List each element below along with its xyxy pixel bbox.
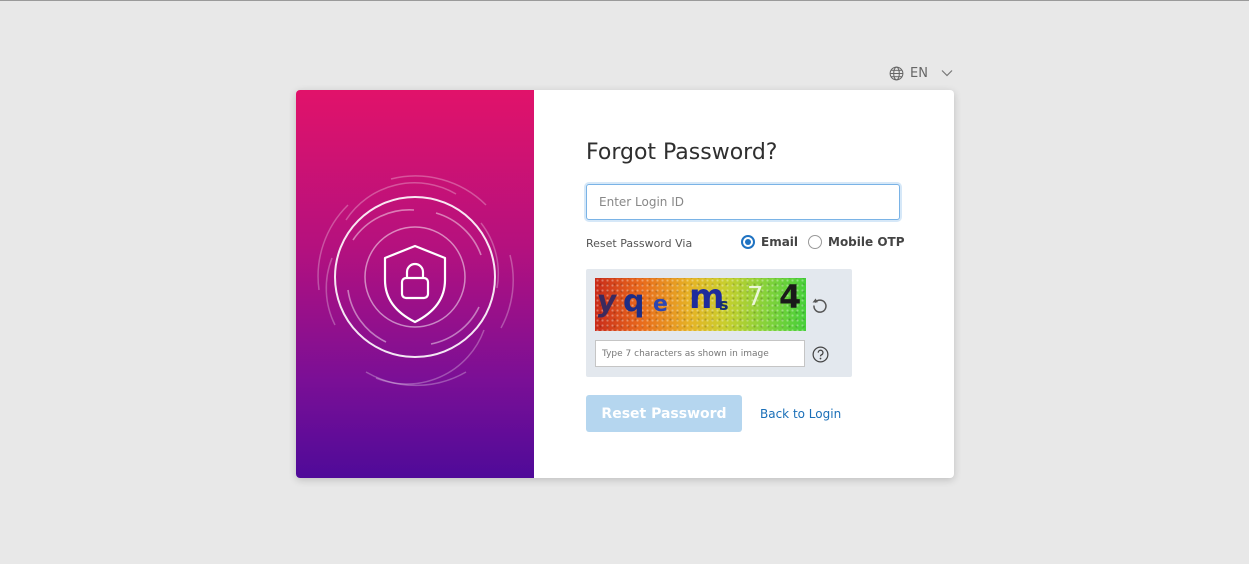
- captcha-char: 4: [779, 278, 802, 316]
- security-shield-illustration: [317, 175, 514, 387]
- captcha-char: 7: [747, 282, 764, 312]
- reset-via-label: Reset Password Via: [586, 237, 693, 250]
- page-title: Forgot Password?: [586, 140, 778, 165]
- brand-panel: [296, 90, 534, 478]
- email-radio-label: Email: [761, 235, 799, 249]
- refresh-icon[interactable]: [811, 296, 829, 314]
- radio-indicator: [808, 235, 822, 249]
- mobile-otp-radio[interactable]: Mobile OTP: [808, 235, 905, 249]
- captcha-char: e: [653, 292, 668, 317]
- language-selector[interactable]: EN: [889, 64, 954, 82]
- reset-via-row: Reset Password Via Email Mobile OTP: [586, 235, 905, 253]
- radio-indicator-selected: [741, 235, 755, 249]
- globe-icon: [889, 66, 904, 80]
- forgot-password-card: Forgot Password? Reset Password Via Emai…: [296, 90, 954, 478]
- help-icon[interactable]: [812, 346, 829, 363]
- login-id-input[interactable]: [586, 184, 900, 220]
- reset-password-button[interactable]: Reset Password: [586, 395, 742, 432]
- captcha-char: s: [719, 295, 729, 314]
- forgot-password-form: Forgot Password? Reset Password Via Emai…: [586, 90, 916, 478]
- back-to-login-link[interactable]: Back to Login: [760, 407, 841, 421]
- captcha-char: q: [623, 284, 645, 319]
- chevron-down-icon: [941, 70, 953, 77]
- email-radio[interactable]: Email: [741, 235, 798, 249]
- captcha-image: y q e m s 7 4: [595, 278, 806, 331]
- mobile-otp-radio-label: Mobile OTP: [828, 235, 905, 249]
- captcha-input[interactable]: [595, 340, 805, 367]
- captcha-panel: y q e m s 7 4: [586, 269, 852, 377]
- top-border: [0, 0, 1249, 1]
- language-label: EN: [910, 65, 928, 81]
- captcha-char: y: [595, 284, 620, 319]
